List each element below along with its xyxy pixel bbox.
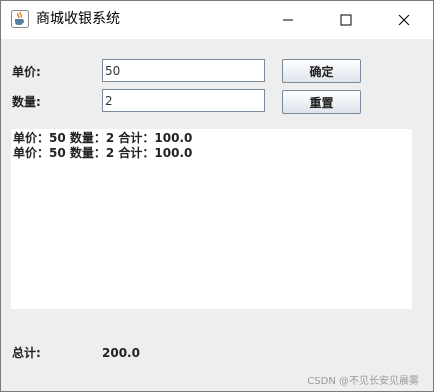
reset-button[interactable]: 重置: [282, 90, 361, 114]
order-line: 单价：50 数量：2 合计：100.0: [13, 131, 193, 145]
window-title: 商城收银系统: [36, 11, 120, 27]
total-label: 总计:: [12, 346, 41, 360]
minimize-icon: [283, 19, 293, 21]
quantity-input[interactable]: [102, 89, 265, 112]
maximize-button[interactable]: [317, 1, 375, 39]
order-list-area[interactable]: 单价：50 数量：2 合计：100.0 单价：50 数量：2 合计：100.0: [11, 129, 412, 309]
maximize-icon: [340, 14, 352, 26]
close-icon: [398, 14, 410, 26]
price-label: 单价:: [12, 65, 41, 79]
total-value: 200.0: [102, 346, 140, 360]
order-line: 单价：50 数量：2 合计：100.0: [13, 146, 193, 160]
quantity-label: 数量:: [12, 95, 41, 109]
java-cup-icon: [11, 10, 29, 28]
confirm-button[interactable]: 确定: [282, 59, 361, 83]
app-window: 商城收银系统 单价: 确定 数量: 重置 单价：50 数量：2 合计：100.0…: [0, 0, 434, 392]
title-bar[interactable]: 商城收银系统: [1, 1, 433, 39]
minimize-button[interactable]: [259, 1, 317, 39]
watermark-text: CSDN @不见长安见晨雾: [307, 376, 419, 387]
price-input[interactable]: [102, 59, 265, 82]
close-button[interactable]: [375, 1, 433, 39]
